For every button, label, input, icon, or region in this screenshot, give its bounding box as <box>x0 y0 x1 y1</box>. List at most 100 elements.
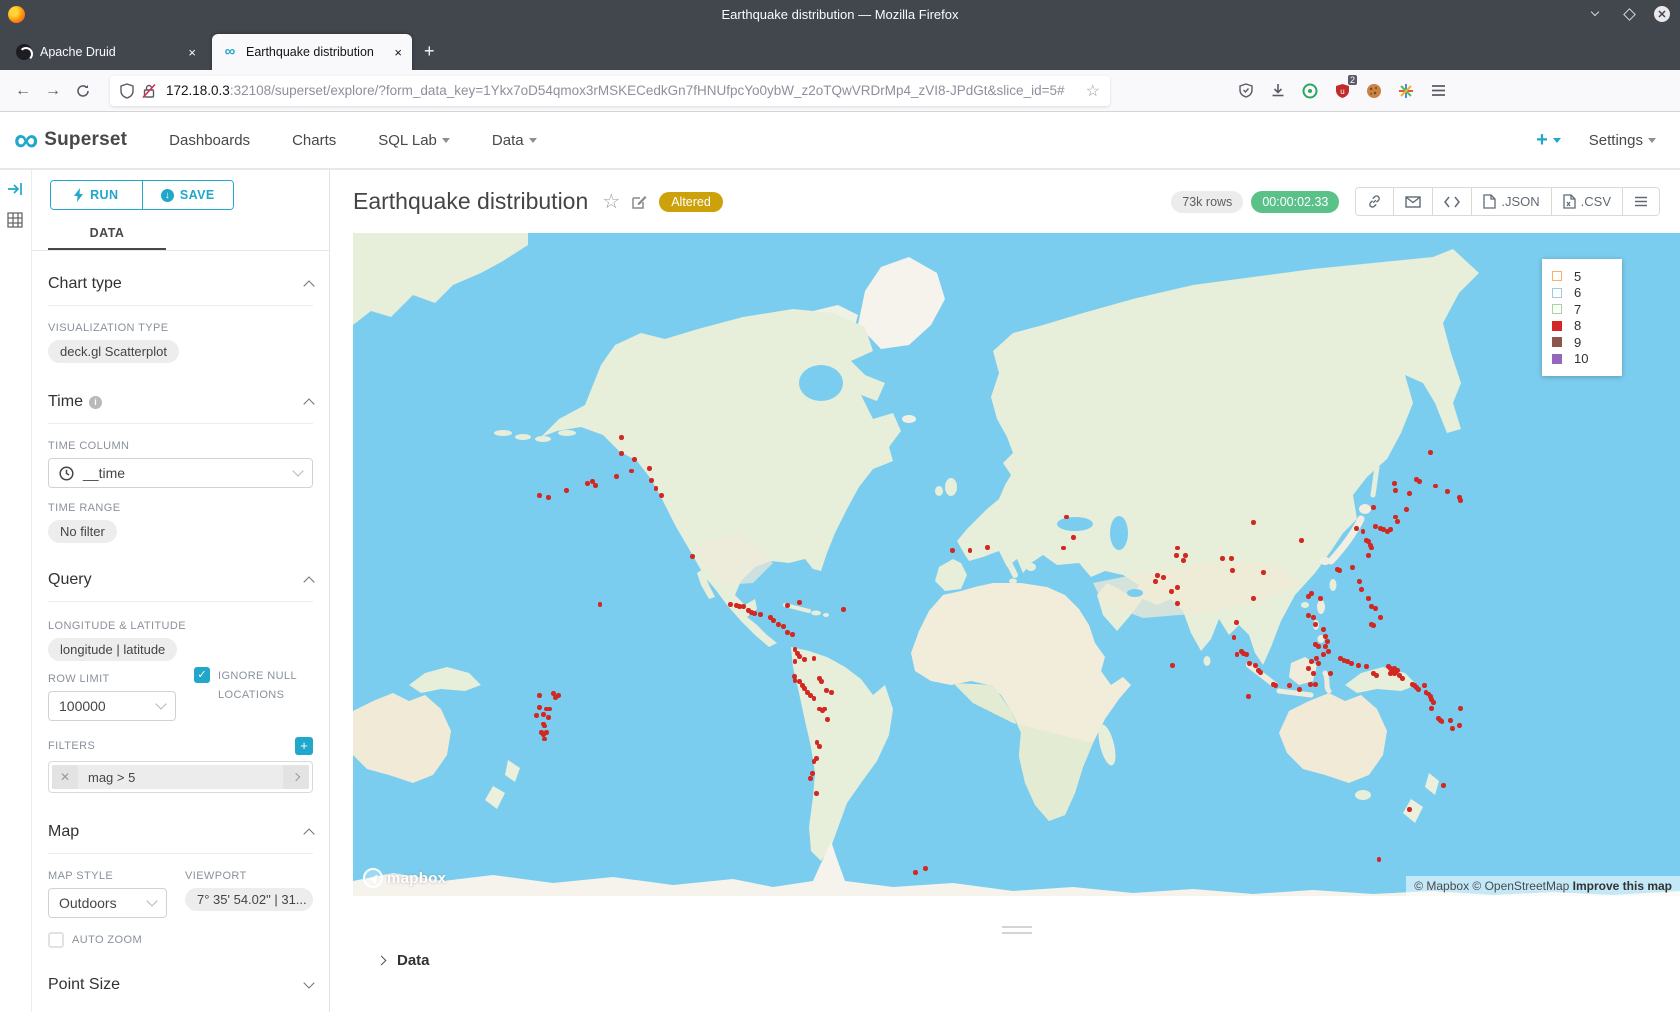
chevron-down-icon <box>1648 138 1656 143</box>
attribution-text[interactable]: © Mapbox © OpenStreetMap <box>1414 879 1569 893</box>
viz-type-value[interactable]: deck.gl Scatterplot <box>48 340 179 363</box>
deckgl-scatterplot-map[interactable]: 5 6 7 8 9 10 mapbox © Mapbox © OpenStree… <box>353 233 1680 896</box>
row-limit-label: ROW LIMIT <box>48 673 176 685</box>
code-icon <box>1444 196 1460 208</box>
collapse-rail <box>0 170 32 1012</box>
embed-code-button[interactable] <box>1432 188 1471 215</box>
maximize-icon[interactable] <box>1620 5 1638 23</box>
pocket-shield-icon[interactable] <box>1230 77 1262 105</box>
ignore-null-checkbox-row[interactable]: ✓ IGNORE NULLLOCATIONS <box>194 667 313 704</box>
shield-icon[interactable] <box>120 83 134 99</box>
legend-row[interactable]: 6 <box>1552 285 1612 302</box>
improve-map-link[interactable]: Improve this map <box>1573 879 1672 893</box>
checkbox-checked-icon[interactable]: ✓ <box>194 667 210 683</box>
legend-row[interactable]: 8 <box>1552 318 1612 335</box>
nav-item-charts[interactable]: Charts <box>292 132 336 149</box>
viewport-label: VIEWPORT <box>185 870 313 882</box>
map-style-label: MAP STYLE <box>48 870 167 882</box>
time-column-select[interactable]: __time <box>48 458 313 488</box>
menu-icon <box>1634 196 1648 207</box>
map-style-select[interactable]: Outdoors <box>48 888 167 918</box>
menu-icon[interactable] <box>1422 77 1454 105</box>
tab-earthquake-distribution[interactable]: ∞ Earthquake distribution × <box>212 34 412 70</box>
email-button[interactable] <box>1393 188 1432 215</box>
row-limit-select[interactable]: 100000 <box>48 691 176 721</box>
data-panel-toggle[interactable]: Data <box>378 952 430 969</box>
superset-logo-icon: ∞ <box>14 125 38 155</box>
chevron-right-icon <box>377 956 387 966</box>
nav-item-sql-lab[interactable]: SQL Lab <box>378 132 450 149</box>
run-button[interactable]: RUN <box>51 181 142 209</box>
tab-data[interactable]: DATA <box>48 226 166 250</box>
add-filter-button[interactable]: + <box>295 737 313 755</box>
insecure-lock-icon[interactable] <box>142 83 156 99</box>
url-text[interactable]: 172.18.0.3:32108/superset/explore/?form_… <box>166 83 1080 98</box>
expand-panel-icon[interactable] <box>7 182 25 200</box>
lonlat-value[interactable]: longitude | latitude <box>48 638 177 661</box>
time-range-value[interactable]: No filter <box>48 520 117 543</box>
export-json-button[interactable]: .JSON <box>1471 188 1550 215</box>
section-map[interactable]: Map <box>48 823 313 841</box>
viewport-value[interactable]: 7° 35' 54.02" | 31... <box>185 888 313 911</box>
downloads-icon[interactable] <box>1262 77 1294 105</box>
page-title: Earthquake distribution <box>353 188 588 215</box>
ublock-shield-icon[interactable]: u 2 <box>1326 77 1358 105</box>
section-query[interactable]: Query <box>48 571 313 589</box>
new-tab-button[interactable]: + <box>424 41 435 62</box>
altered-badge[interactable]: Altered <box>659 192 723 212</box>
extension-green-icon[interactable] <box>1294 77 1326 105</box>
multi-account-icon[interactable] <box>1390 77 1422 105</box>
window-title: Earthquake distribution — Mozilla Firefo… <box>0 7 1680 22</box>
row-count-badge: 73k rows <box>1171 191 1243 213</box>
chevron-down-icon <box>529 138 537 143</box>
superset-logo[interactable]: ∞ Superset <box>14 125 127 155</box>
favorite-star-icon[interactable]: ☆ <box>602 189 620 214</box>
edit-properties-icon[interactable] <box>632 194 647 209</box>
tab-close-icon[interactable]: × <box>394 45 402 60</box>
mapbox-logo[interactable]: mapbox <box>363 868 446 888</box>
checkbox-unchecked-icon[interactable] <box>48 932 64 948</box>
forward-icon[interactable]: → <box>38 82 68 100</box>
nav-item-data[interactable]: Data <box>492 132 537 149</box>
close-icon[interactable]: ✕ <box>1654 6 1670 22</box>
legend-row[interactable]: 10 <box>1552 351 1612 368</box>
more-options-button[interactable] <box>1622 188 1659 215</box>
save-button[interactable]: ↓ SAVE <box>142 181 234 209</box>
remove-filter-icon[interactable]: ✕ <box>52 765 78 789</box>
legend-row[interactable]: 5 <box>1552 268 1612 285</box>
url-host: 172.18.0.3 <box>166 83 230 98</box>
export-csv-button[interactable]: .CSV <box>1551 188 1622 215</box>
query-timer-badge: 00:00:02.33 <box>1251 191 1339 213</box>
earthquake-points <box>353 233 1680 896</box>
bookmark-star-icon[interactable]: ☆ <box>1086 81 1100 101</box>
datasource-grid-icon[interactable] <box>7 212 25 230</box>
tab-apache-druid[interactable]: Apache Druid × <box>6 34 206 70</box>
back-icon[interactable]: ← <box>8 82 38 100</box>
filter-value[interactable]: mag > 5 <box>78 770 283 785</box>
expand-filter-icon[interactable] <box>283 765 309 789</box>
minimize-icon[interactable] <box>1586 5 1604 23</box>
tab-close-icon[interactable]: × <box>188 45 196 60</box>
superset-brand-name: Superset <box>44 129 127 151</box>
viz-type-label: VISUALIZATION TYPE <box>48 322 313 334</box>
settings-menu[interactable]: Settings <box>1589 132 1656 149</box>
section-point-size[interactable]: Point Size <box>48 976 313 994</box>
link-icon <box>1367 194 1382 209</box>
copy-link-button[interactable] <box>1356 188 1393 215</box>
time-column-label: TIME COLUMN <box>48 440 313 452</box>
nav-item-dashboards[interactable]: Dashboards <box>169 132 250 149</box>
legend-row[interactable]: 9 <box>1552 334 1612 351</box>
reload-icon[interactable] <box>68 84 98 98</box>
auto-zoom-checkbox-row[interactable]: AUTO ZOOM <box>48 932 313 948</box>
lonlat-label: LONGITUDE & LATITUDE <box>48 620 313 632</box>
resize-drag-handle[interactable] <box>1002 926 1032 938</box>
url-bar[interactable]: 172.18.0.3:32108/superset/explore/?form_… <box>110 76 1110 106</box>
time-range-label: TIME RANGE <box>48 502 313 514</box>
cookie-icon[interactable] <box>1358 77 1390 105</box>
firefox-icon <box>8 6 25 23</box>
chevron-up-icon <box>303 576 314 587</box>
legend-row[interactable]: 7 <box>1552 301 1612 318</box>
section-chart-type[interactable]: Chart type <box>48 275 313 293</box>
add-new-button[interactable]: + <box>1536 129 1561 152</box>
section-time[interactable]: Timei <box>48 393 313 411</box>
